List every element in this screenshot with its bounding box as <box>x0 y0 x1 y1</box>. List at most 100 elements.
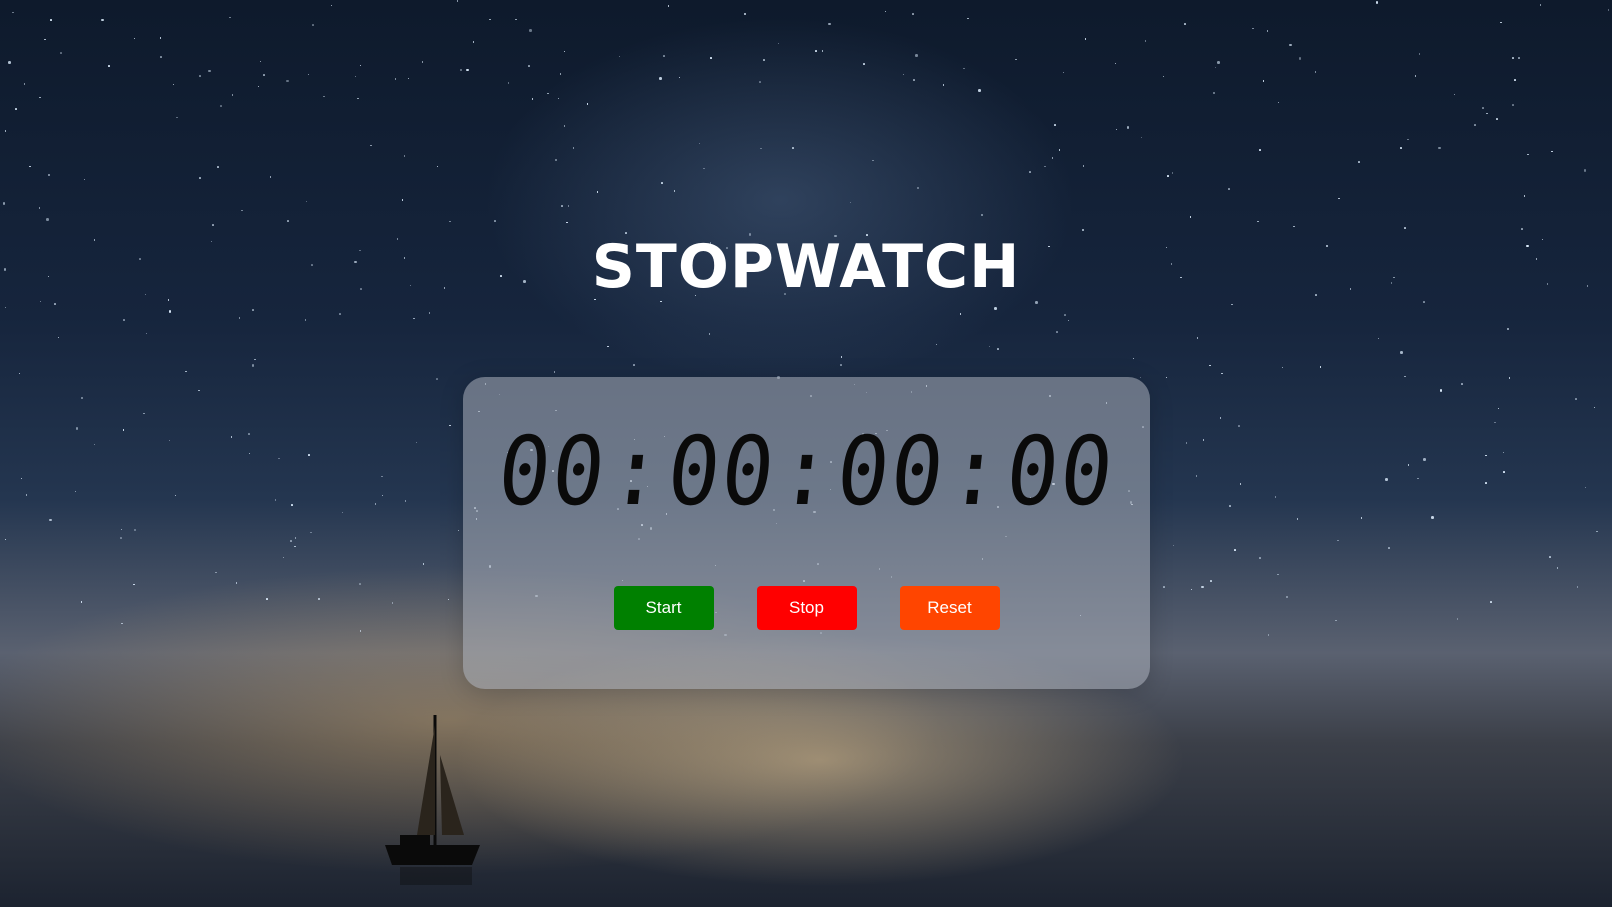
star <box>1576 586 1579 588</box>
star <box>1054 124 1056 126</box>
star <box>1257 220 1259 223</box>
star <box>1584 486 1587 489</box>
star <box>208 69 211 73</box>
star <box>1044 165 1046 168</box>
star <box>1400 147 1402 149</box>
star <box>120 528 123 531</box>
star <box>1252 27 1254 30</box>
star <box>828 22 831 25</box>
star <box>1360 517 1363 519</box>
star <box>1081 228 1085 232</box>
star <box>872 159 874 162</box>
star <box>287 220 289 222</box>
star <box>341 511 344 514</box>
star <box>370 144 372 147</box>
sailboat-silhouette <box>385 715 480 885</box>
star <box>1549 556 1551 558</box>
star <box>863 63 865 65</box>
star <box>1461 383 1463 385</box>
star <box>472 41 475 43</box>
star <box>305 200 308 203</box>
star <box>1067 319 1070 322</box>
star <box>596 191 599 193</box>
star <box>46 218 49 221</box>
star <box>1051 157 1054 159</box>
star <box>133 528 137 532</box>
star <box>763 59 765 61</box>
star <box>38 207 41 209</box>
star <box>394 78 397 80</box>
star <box>1172 544 1175 547</box>
star <box>4 130 7 132</box>
star <box>145 332 148 335</box>
hours-value: 00 <box>492 417 613 527</box>
star <box>257 85 260 87</box>
start-button[interactable]: Start <box>613 586 714 630</box>
star <box>1596 530 1598 533</box>
star <box>567 205 570 207</box>
star <box>168 310 172 313</box>
star <box>1266 30 1269 32</box>
star <box>278 457 280 460</box>
star <box>459 68 463 72</box>
star <box>1210 580 1212 582</box>
star <box>199 177 201 179</box>
star <box>659 77 662 80</box>
star <box>915 54 918 57</box>
star <box>935 343 938 346</box>
star <box>840 356 843 358</box>
star <box>563 125 566 127</box>
star <box>83 178 86 181</box>
star <box>1490 601 1492 603</box>
controls: Start Stop Reset <box>463 586 1150 630</box>
star <box>160 56 162 58</box>
star <box>330 4 333 6</box>
star <box>248 452 251 455</box>
star <box>1438 146 1441 150</box>
star <box>1229 505 1231 507</box>
star <box>703 167 705 170</box>
star <box>339 313 341 315</box>
star <box>290 540 292 542</box>
star <box>586 103 589 105</box>
star <box>1439 389 1443 392</box>
reset-button[interactable]: Reset <box>899 586 1000 630</box>
star <box>667 5 670 7</box>
star <box>168 439 171 442</box>
star <box>994 307 997 310</box>
star <box>294 537 297 539</box>
star <box>1337 539 1339 542</box>
star <box>1267 634 1270 636</box>
star <box>407 77 410 80</box>
star <box>1274 496 1277 498</box>
stop-button[interactable]: Stop <box>756 586 857 630</box>
star <box>1404 227 1406 229</box>
star <box>133 37 136 40</box>
star <box>49 518 52 522</box>
star <box>436 378 438 380</box>
star <box>849 201 852 204</box>
star <box>1400 351 1403 354</box>
star <box>1029 171 1031 173</box>
star <box>1523 195 1526 197</box>
star <box>663 55 665 57</box>
star <box>57 336 60 339</box>
star <box>1512 104 1514 106</box>
star <box>1217 61 1220 64</box>
star <box>1293 225 1295 228</box>
star <box>1058 149 1061 151</box>
star <box>1527 153 1529 156</box>
star <box>15 108 17 110</box>
star <box>235 582 238 584</box>
star <box>760 147 762 150</box>
star <box>1506 327 1510 331</box>
star <box>1201 585 1204 589</box>
star <box>1456 618 1459 620</box>
star <box>75 427 79 430</box>
star <box>1219 417 1222 419</box>
star <box>123 319 125 321</box>
star <box>294 545 296 548</box>
star <box>759 81 761 83</box>
star <box>1514 79 1516 81</box>
star <box>1404 375 1406 378</box>
